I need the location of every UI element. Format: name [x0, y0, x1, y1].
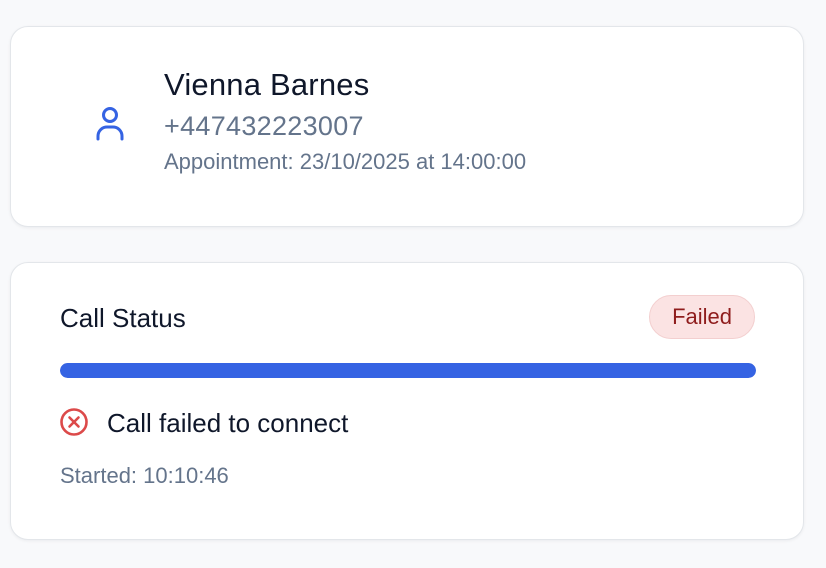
call-progress-fill — [60, 363, 756, 378]
appointment-time: Appointment: 23/10/2025 at 14:00:00 — [164, 149, 527, 174]
contact-card: Vienna Barnes +447432223007 Appointment:… — [10, 26, 804, 227]
started-time: Started: 10:10:46 — [60, 463, 229, 488]
call-status-message: Call failed to connect — [107, 408, 349, 438]
user-icon — [85, 99, 135, 149]
contact-phone: +447432223007 — [164, 111, 364, 141]
status-badge: Failed — [649, 295, 755, 339]
call-status-card: Call Status Failed Call failed to connec… — [10, 262, 804, 540]
contact-name: Vienna Barnes — [164, 67, 370, 102]
x-circle-icon — [59, 407, 89, 437]
call-status-title: Call Status — [60, 303, 186, 333]
call-progress-bar — [60, 363, 756, 378]
